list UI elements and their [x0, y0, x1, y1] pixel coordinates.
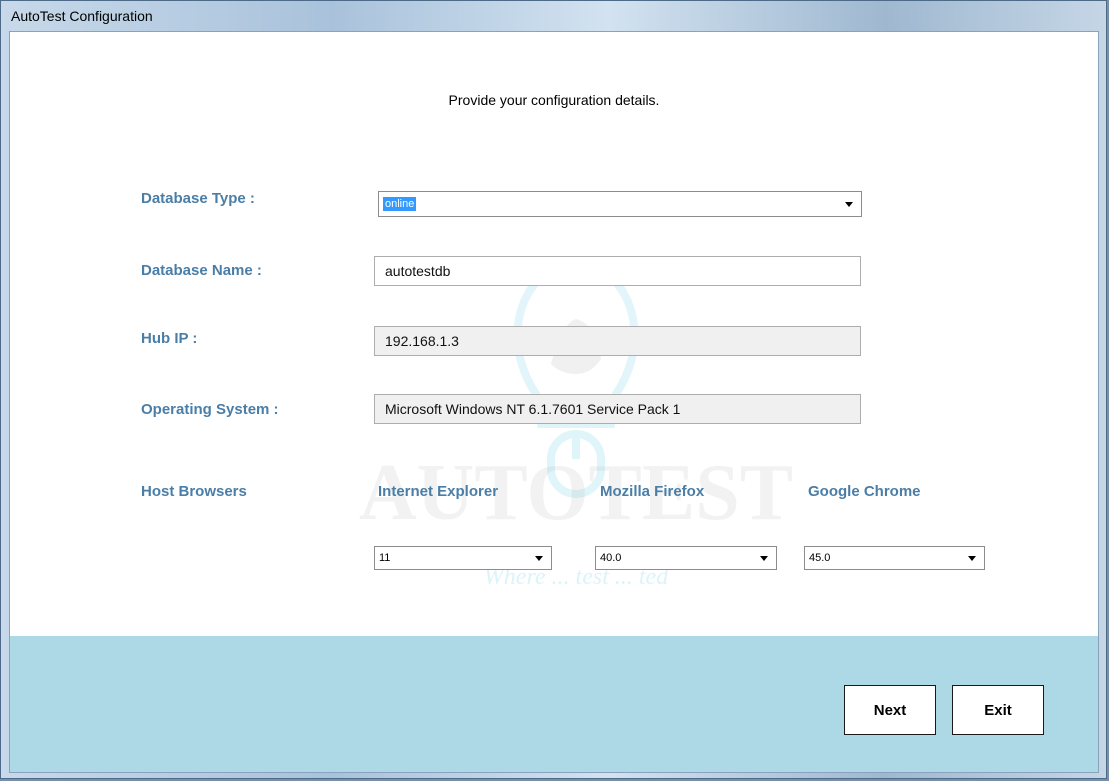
internet-explorer-label: Internet Explorer [378, 483, 499, 500]
database-name-label: Database Name : [141, 262, 262, 279]
chrome-label: Google Chrome [808, 483, 921, 500]
database-type-label: Database Type : [141, 190, 255, 207]
operating-system-label: Operating System : [141, 401, 279, 418]
next-button[interactable]: Next [844, 685, 936, 735]
chevron-down-icon [535, 555, 543, 561]
internet-explorer-version-value: 11 [379, 552, 391, 564]
button-footer: Next Exit [10, 636, 1098, 772]
chevron-down-icon [968, 555, 976, 561]
window-title: AutoTest Configuration [11, 8, 153, 24]
database-type-dropdown[interactable]: online [378, 191, 862, 217]
chevron-down-icon [760, 555, 768, 561]
exit-button[interactable]: Exit [952, 685, 1044, 735]
chrome-version-dropdown[interactable]: 45.0 [804, 546, 985, 570]
database-name-input[interactable]: autotestdb [374, 256, 861, 286]
firefox-version-value: 40.0 [600, 552, 622, 564]
internet-explorer-version-dropdown[interactable]: 11 [374, 546, 552, 570]
operating-system-field: Microsoft Windows NT 6.1.7601 Service Pa… [374, 394, 861, 424]
chrome-version-value: 45.0 [809, 552, 831, 564]
database-type-value: online [383, 197, 417, 211]
app-window: AutoTest Configuration AUTOTEST Where ..… [0, 0, 1107, 779]
chevron-down-icon [845, 201, 853, 207]
host-browsers-label: Host Browsers [141, 483, 247, 500]
title-bar[interactable]: AutoTest Configuration [1, 1, 1106, 31]
hub-ip-field: 192.168.1.3 [374, 326, 861, 356]
configuration-panel: AUTOTEST Where ... test ... ted Provide … [9, 31, 1099, 773]
firefox-version-dropdown[interactable]: 40.0 [595, 546, 777, 570]
firefox-label: Mozilla Firefox [600, 483, 705, 500]
hub-ip-label: Hub IP : [141, 330, 198, 347]
instruction-text: Provide your configuration details. [448, 92, 660, 108]
